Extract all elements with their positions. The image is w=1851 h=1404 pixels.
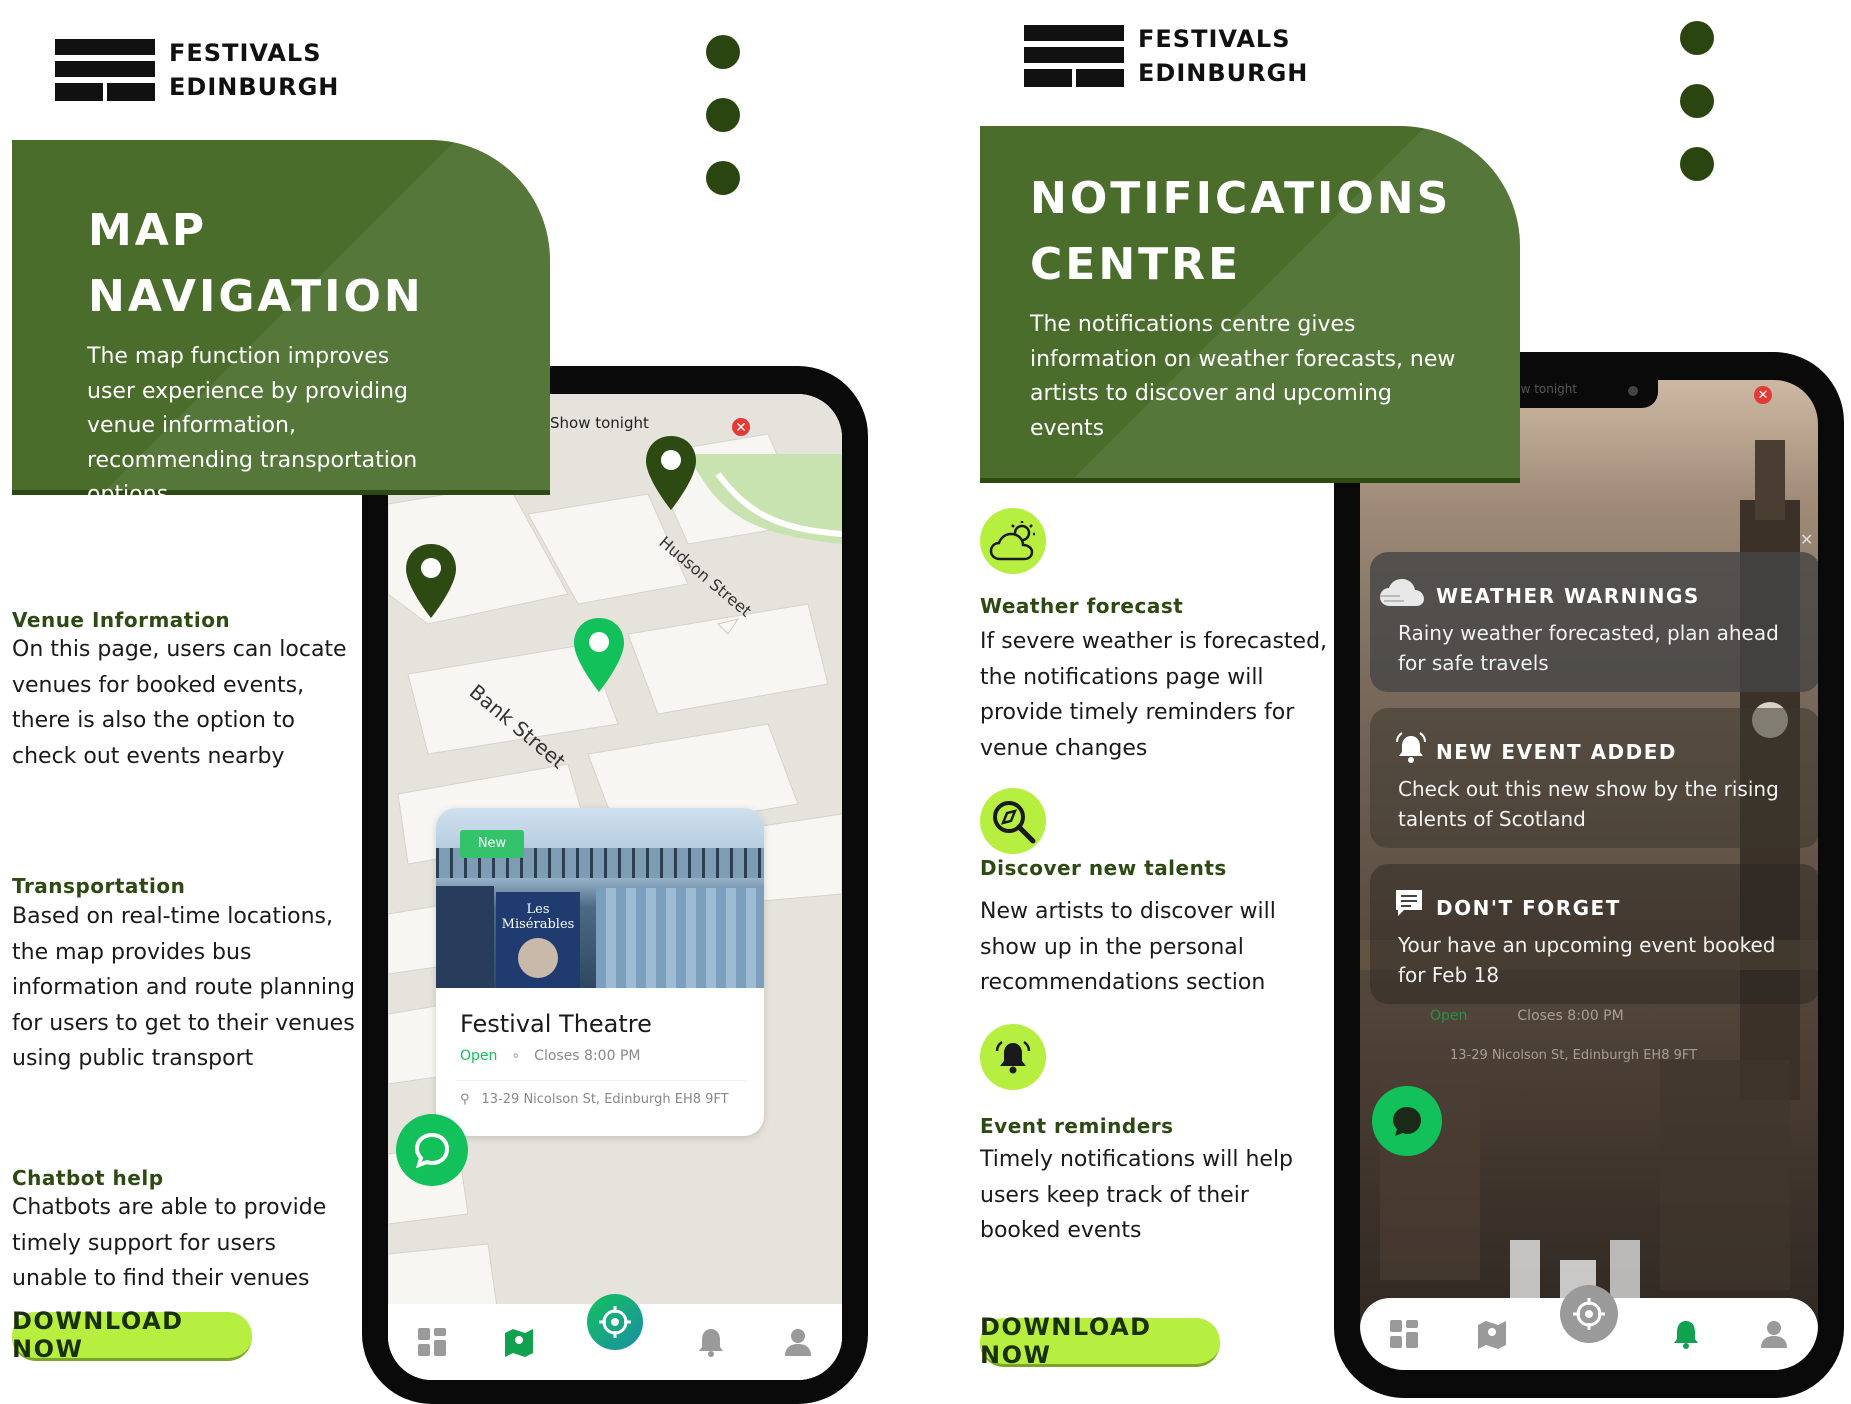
banner-title-line2: CENTRE (1030, 239, 1242, 290)
section-title-chatbot: Chatbot help (12, 1166, 164, 1190)
crosshair-icon (598, 1306, 631, 1338)
notifications-screen: Show tonight ✕ ✕ WEATHER WARNINGS Rainy … (1360, 380, 1818, 1370)
search-bar[interactable]: Show tonight (550, 414, 790, 436)
notification-body: Check out this new show by the rising ta… (1398, 777, 1779, 831)
alarm-bell-icon (1396, 732, 1426, 763)
map-pin-icon[interactable] (404, 542, 458, 620)
venue-card[interactable]: Les Misérables New Festival Theatre Open… (436, 808, 764, 1136)
map-navigation-banner: MAP NAVIGATION The map function improves… (12, 140, 550, 507)
notification-title: DON'T FORGET (1436, 896, 1621, 920)
chat-bubble-icon (414, 1132, 450, 1169)
banner-description: The notifications centre gives informati… (1030, 312, 1456, 441)
venue-photo: Les Misérables New (436, 808, 764, 988)
locate-center-button[interactable] (1560, 1285, 1618, 1343)
phone-mockup-map: Hudson Street Bank Street ✕ Les Misérabl… (362, 366, 868, 1404)
brand-name: FESTIVALS EDINBURGH (169, 36, 339, 104)
brand-line1: FESTIVALS (169, 39, 322, 67)
section-body-transportation: Based on real-time locations, the map pr… (12, 904, 355, 1071)
brand-line1: FESTIVALS (1138, 25, 1291, 53)
weather-cloud-icon (1380, 579, 1424, 606)
notification-reminder[interactable]: DON'T FORGET Your have an upcoming event… (1370, 864, 1818, 1004)
brand-logo-right: FESTIVALS EDINBURGH (1024, 22, 1308, 90)
notifications-centre-banner: NOTIFICATIONS CENTRE The notifications c… (980, 126, 1520, 483)
profile-icon[interactable] (778, 1322, 818, 1362)
banner-title-line2: NAVIGATION (88, 271, 424, 322)
dashboard-icon[interactable] (412, 1322, 452, 1362)
section-title-venue-info: Venue Information (12, 608, 231, 632)
brand-line2: EDINBURGH (1138, 59, 1309, 87)
poster-les-miserables: Les Misérables (496, 892, 580, 988)
selected-venue-pin-icon[interactable] (572, 616, 626, 694)
search-text: Show tonight (550, 414, 649, 432)
section-body-reminders: Timely notifications will help users kee… (980, 1147, 1294, 1243)
locate-center-button[interactable] (586, 1294, 643, 1350)
section-title-weather: Weather forecast (980, 594, 1184, 618)
decor-dot (1680, 21, 1714, 55)
map-pin-icon[interactable] (644, 434, 698, 512)
sun-cloud-icon (980, 508, 1046, 574)
download-now-button-left[interactable]: DOWNLOAD NOW (12, 1307, 252, 1363)
brand-name: FESTIVALS EDINBURGH (1138, 22, 1308, 90)
brand-line2: EDINBURGH (169, 73, 340, 101)
chatbot-button[interactable] (1372, 1086, 1442, 1156)
faded-status: Open (1430, 1008, 1468, 1024)
venue-closes: Closes 8:00 PM (534, 1048, 641, 1064)
venue-address: 13-29 Nicolson St, Edinburgh EH8 9FT (481, 1092, 729, 1107)
venue-name: Festival Theatre (460, 1010, 652, 1038)
dismiss-icon[interactable]: ✕ (1800, 530, 1813, 550)
download-now-button-right[interactable]: DOWNLOAD NOW (980, 1313, 1220, 1369)
phone-mockup-notifications: Show tonight ✕ ✕ WEATHER WARNINGS Rainy … (1334, 352, 1844, 1398)
bottom-navbar (388, 1294, 842, 1380)
logo-mark-icon (1024, 25, 1124, 87)
profile-icon[interactable] (1754, 1314, 1794, 1354)
section-body-chatbot: Chatbots are able to provide timely supp… (12, 1195, 327, 1291)
bell-icon[interactable] (1666, 1314, 1706, 1354)
separator-dot: ∘ (511, 1048, 521, 1064)
bell-icon[interactable] (691, 1322, 731, 1362)
dashboard-icon[interactable] (1384, 1314, 1424, 1354)
decor-dot (1680, 84, 1714, 118)
map-tab-icon[interactable] (499, 1322, 539, 1362)
bell-ringing-icon (980, 1024, 1046, 1090)
new-badge: New (460, 830, 524, 858)
map-screen: Hudson Street Bank Street ✕ Les Misérabl… (388, 394, 842, 1380)
section-title-reminders: Event reminders (980, 1114, 1174, 1138)
discover-search-icon (980, 788, 1046, 854)
chatbot-button[interactable] (396, 1114, 468, 1186)
section-body-venue-info: On this page, users can locate venues fo… (12, 637, 347, 769)
notification-body: Your have an upcoming event booked for F… (1398, 933, 1776, 987)
section-body-weather: If severe weather is forecasted, the not… (980, 629, 1328, 761)
section-body-discover: New artists to discover will show up in … (980, 899, 1276, 995)
venue-status: Open (460, 1048, 498, 1064)
location-pin-icon: ⚲ (460, 1092, 470, 1107)
decor-dot (1680, 147, 1714, 181)
brand-logo-left: FESTIVALS EDINBURGH (55, 36, 339, 104)
notification-weather[interactable]: WEATHER WARNINGS Rainy weather forecaste… (1370, 552, 1818, 692)
map-tab-icon[interactable] (1472, 1314, 1512, 1354)
banner-description: The map function improves user experienc… (87, 344, 418, 507)
notification-title: NEW EVENT ADDED (1436, 740, 1678, 764)
section-title-transportation: Transportation (12, 874, 186, 898)
logo-mark-icon (55, 39, 155, 101)
camera-dot (1628, 386, 1638, 396)
notification-body: Rainy weather forecasted, plan ahead for… (1398, 621, 1779, 675)
notification-new-event[interactable]: NEW EVENT ADDED Check out this new show … (1370, 708, 1818, 848)
message-icon (1396, 890, 1422, 916)
decor-dot (706, 98, 740, 132)
decor-dot (706, 161, 740, 195)
chat-bubble-icon (1393, 1107, 1421, 1136)
crosshair-icon (1573, 1298, 1605, 1330)
close-icon[interactable]: ✕ (1754, 386, 1772, 404)
section-title-discover: Discover new talents (980, 856, 1227, 880)
decor-dot (706, 35, 740, 69)
notification-title: WEATHER WARNINGS (1436, 584, 1700, 608)
banner-title-line1: NOTIFICATIONS (1030, 173, 1452, 224)
faded-closes: Closes 8:00 PM (1517, 1008, 1624, 1024)
bottom-navbar (1360, 1285, 1818, 1370)
faded-address: 13-29 Nicolson St, Edinburgh EH8 9FT (1450, 1048, 1698, 1063)
banner-title-line1: MAP (88, 205, 208, 256)
